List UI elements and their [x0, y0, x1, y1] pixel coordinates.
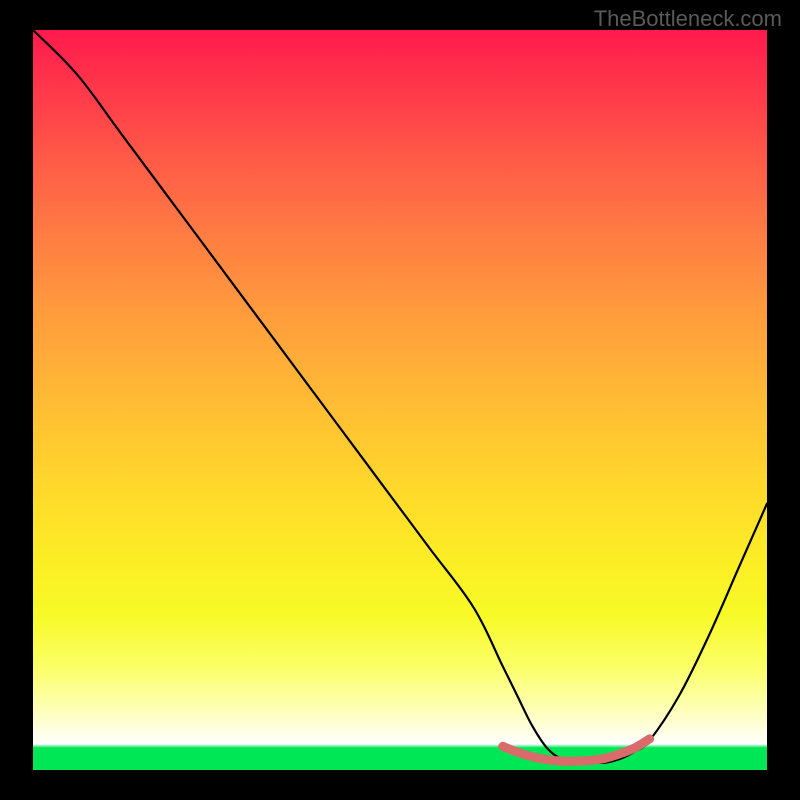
chart-svg: [33, 30, 767, 770]
optimal-band-path: [503, 739, 650, 761]
plot-area: [33, 30, 767, 770]
watermark-text: TheBottleneck.com: [594, 6, 782, 32]
mismatch-curve-path: [33, 30, 767, 763]
